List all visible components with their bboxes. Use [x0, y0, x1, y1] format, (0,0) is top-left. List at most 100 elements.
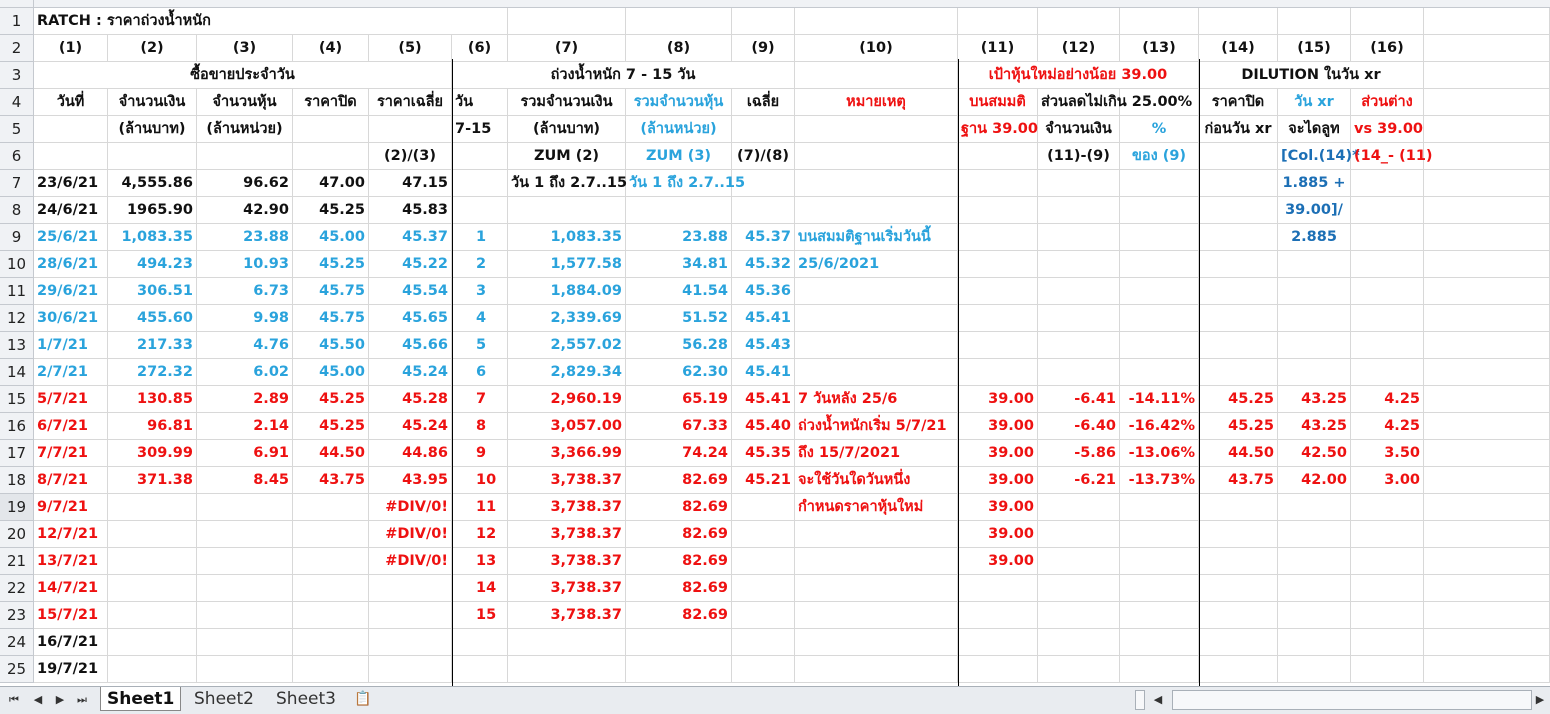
cell-a[interactable]: 30/6/21 [34, 305, 108, 332]
cell-i[interactable]: 45.32 [732, 251, 795, 278]
group-header-weighted[interactable]: ถ่วงน้ำหนัก 7 - 15 วัน [452, 62, 795, 89]
cell-l[interactable] [1038, 224, 1120, 251]
cell-h[interactable] [626, 656, 732, 683]
cell-i[interactable] [732, 8, 795, 35]
row-header[interactable]: 7 [0, 170, 34, 197]
cell-a[interactable]: 19/7/21 [34, 656, 108, 683]
cell-f[interactable]: 11 [452, 494, 508, 521]
cell-d[interactable]: 44.50 [293, 440, 369, 467]
column-number[interactable] [1424, 35, 1550, 62]
cell-l[interactable]: -6.41 [1038, 386, 1120, 413]
cell-m[interactable]: -14.11% [1120, 386, 1199, 413]
cell-f[interactable]: 5 [452, 332, 508, 359]
cell-g[interactable]: 2,960.19 [508, 386, 626, 413]
cell-q[interactable] [1424, 359, 1550, 386]
cell-m[interactable]: -13.73% [1120, 467, 1199, 494]
cell-c[interactable] [197, 548, 293, 575]
tab-sheet3[interactable]: Sheet3 [270, 687, 342, 711]
cell-d[interactable]: 45.00 [293, 359, 369, 386]
column-header-k[interactable]: ฐาน 39.00 [958, 116, 1038, 143]
cell-n[interactable] [1199, 305, 1278, 332]
cell-m[interactable] [1120, 629, 1199, 656]
cell-i[interactable]: 45.40 [732, 413, 795, 440]
column-number[interactable]: (3) [197, 35, 293, 62]
cell-c[interactable]: 23.88 [197, 224, 293, 251]
cell-d[interactable]: 45.75 [293, 305, 369, 332]
cell-m[interactable] [1120, 332, 1199, 359]
column-header-h[interactable]: ZUM (3) [626, 143, 732, 170]
cell-o[interactable] [1278, 332, 1351, 359]
cell-m[interactable] [1120, 170, 1199, 197]
cell-o[interactable]: 42.00 [1278, 467, 1351, 494]
column-header-p[interactable]: vs 39.00 [1351, 116, 1424, 143]
column-header-a[interactable] [34, 143, 108, 170]
row-header[interactable]: 13 [0, 332, 34, 359]
cell-k[interactable] [958, 575, 1038, 602]
cell-c[interactable]: 10.93 [197, 251, 293, 278]
cell-k[interactable] [958, 170, 1038, 197]
column-number[interactable]: (8) [626, 35, 732, 62]
cell-c[interactable]: 9.98 [197, 305, 293, 332]
cell-a[interactable]: 16/7/21 [34, 629, 108, 656]
cell-l[interactable] [1038, 548, 1120, 575]
cell-a[interactable]: 12/7/21 [34, 521, 108, 548]
cell-q[interactable] [1424, 62, 1550, 89]
cell-p[interactable] [1351, 521, 1424, 548]
cell-k[interactable]: 39.00 [958, 386, 1038, 413]
cell-g[interactable]: 3,738.37 [508, 467, 626, 494]
cell-p[interactable] [1351, 629, 1424, 656]
cell-d[interactable] [293, 629, 369, 656]
cell-c[interactable] [197, 602, 293, 629]
cell-h[interactable] [626, 629, 732, 656]
column-header-p[interactable]: (14_- (11) [1351, 143, 1433, 170]
cell-o[interactable] [1278, 656, 1351, 683]
cell-k[interactable] [958, 656, 1038, 683]
cell-c[interactable]: 6.91 [197, 440, 293, 467]
cell-j[interactable] [795, 332, 958, 359]
cell-m[interactable] [1120, 224, 1199, 251]
cell-c[interactable]: 8.45 [197, 467, 293, 494]
cell-f[interactable]: 12 [452, 521, 508, 548]
cell-e[interactable] [369, 656, 452, 683]
cell-k[interactable]: 39.00 [958, 548, 1038, 575]
cell-q[interactable] [1424, 278, 1550, 305]
cell-q[interactable] [1424, 8, 1550, 35]
cell-e[interactable]: 45.28 [369, 386, 452, 413]
cell-j[interactable] [795, 548, 958, 575]
cell-h[interactable]: 82.69 [626, 602, 732, 629]
cell-h[interactable]: 82.69 [626, 467, 732, 494]
cell-p[interactable]: 3.50 [1351, 440, 1424, 467]
cell-b[interactable]: 1,083.35 [108, 224, 197, 251]
cell-e[interactable]: 45.83 [369, 197, 452, 224]
cell-j[interactable] [795, 62, 958, 89]
cell-q[interactable] [1424, 89, 1550, 116]
column-header-g[interactable]: ZUM (2) [508, 143, 626, 170]
cell-n[interactable] [1199, 656, 1278, 683]
cell-e[interactable]: 45.24 [369, 413, 452, 440]
cell-a[interactable]: 7/7/21 [34, 440, 108, 467]
column-header-e[interactable] [369, 116, 452, 143]
cell-f[interactable]: 6 [452, 359, 508, 386]
cell-k[interactable] [958, 305, 1038, 332]
cell-l[interactable] [1038, 278, 1120, 305]
cell-k[interactable] [958, 251, 1038, 278]
cell-d[interactable]: 45.00 [293, 224, 369, 251]
row-header[interactable]: 2 [0, 35, 34, 62]
cell-e[interactable]: #DIV/0! [369, 521, 452, 548]
column-number[interactable]: (6) [452, 35, 508, 62]
row-header[interactable]: 17 [0, 440, 34, 467]
cell-n[interactable] [1199, 521, 1278, 548]
row-header[interactable]: 20 [0, 521, 34, 548]
cell-o[interactable]: 43.25 [1278, 413, 1351, 440]
column-header-h[interactable]: รวมจำนวนหุ้น [626, 89, 732, 116]
column-number[interactable]: (4) [293, 35, 369, 62]
cell-c[interactable]: 96.62 [197, 170, 293, 197]
cell-b[interactable]: 96.81 [108, 413, 197, 440]
column-header-g[interactable]: (ล้านบาท) [508, 116, 626, 143]
cell-j[interactable] [795, 278, 958, 305]
cell-q[interactable] [1424, 413, 1550, 440]
cell-l[interactable] [1038, 656, 1120, 683]
cell-j[interactable]: กำหนดราคาหุ้นใหม่ [795, 494, 958, 521]
column-header-o[interactable]: [Col.(14)* [1278, 143, 1360, 170]
cell-a[interactable]: 28/6/21 [34, 251, 108, 278]
